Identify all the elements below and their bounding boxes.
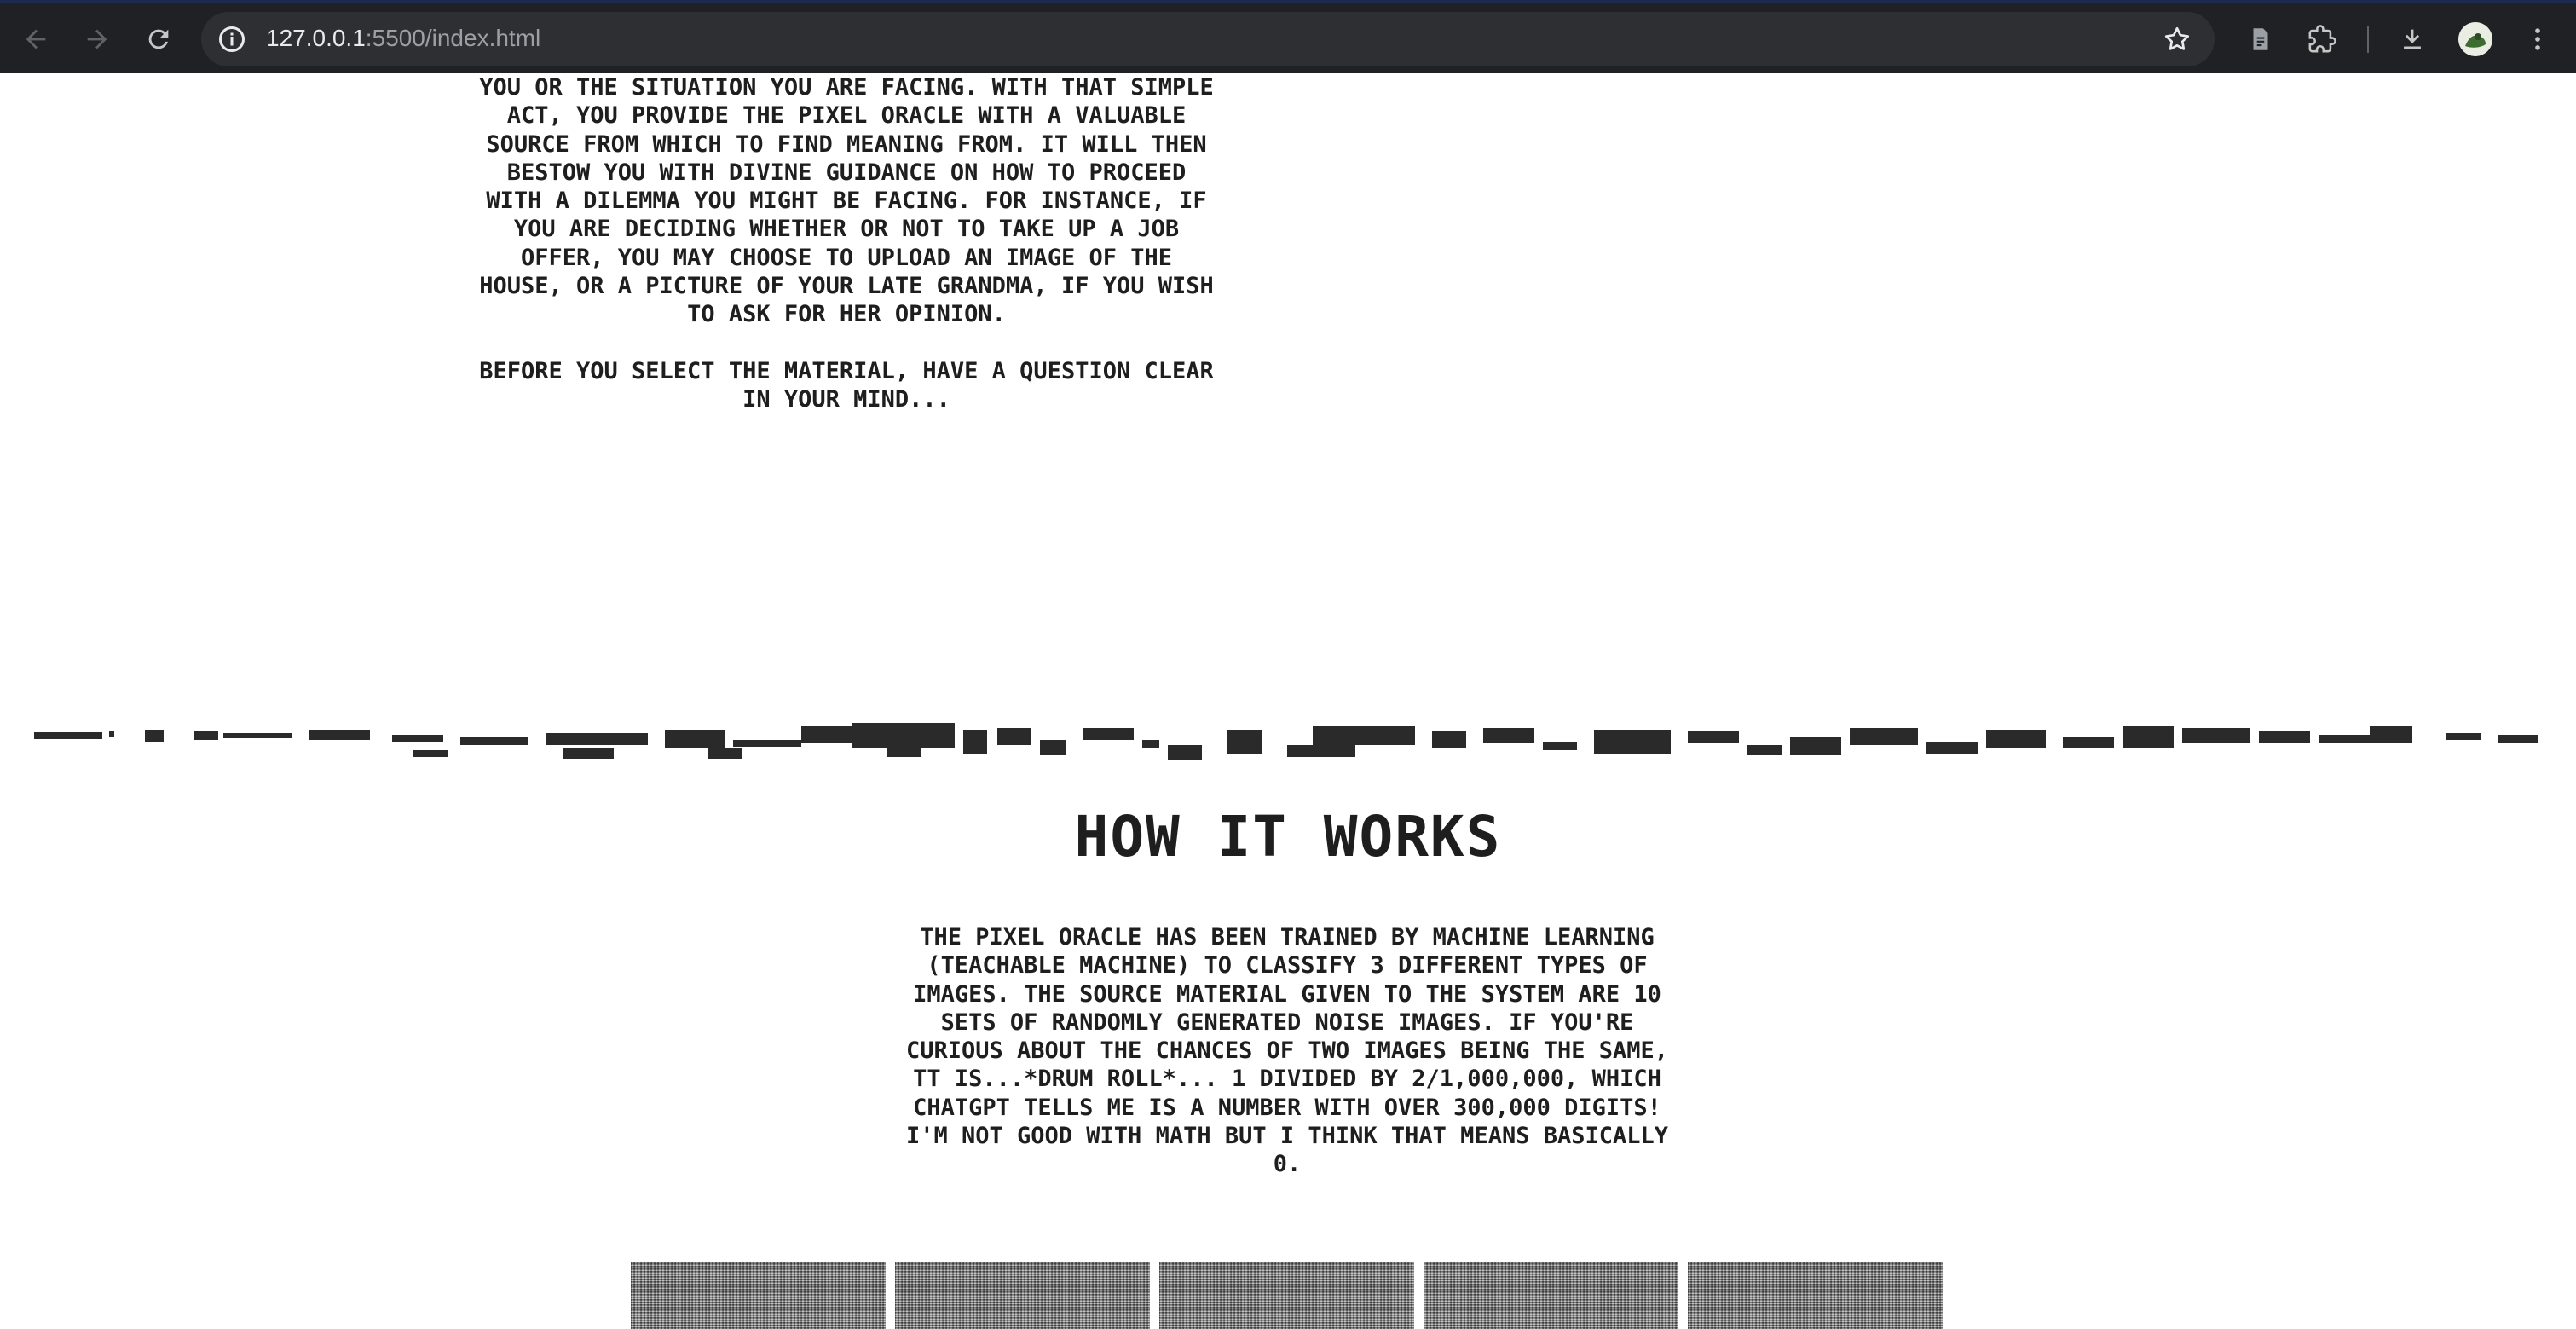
- url-text[interactable]: 127.0.0.1:5500/index.html: [266, 25, 540, 52]
- more-menu-icon[interactable]: [2519, 20, 2556, 58]
- intro-prompt: Before you select the material, have a q…: [479, 358, 1214, 413]
- page-content: You or the situation you are facing. Wit…: [0, 73, 2576, 1329]
- toolbar-separator: [2367, 26, 2369, 53]
- site-info-icon[interactable]: [217, 24, 247, 55]
- noise-image-gallery: [631, 1262, 1944, 1329]
- url-host: 127.0.0.1: [266, 25, 366, 51]
- download-icon[interactable]: [2394, 20, 2431, 58]
- forward-arrow-icon[interactable]: [77, 19, 118, 60]
- noise-image-1[interactable]: [631, 1262, 886, 1329]
- url-path: :5500/index.html: [365, 25, 541, 51]
- reading-list-icon[interactable]: [2242, 20, 2279, 58]
- glitch-text-strip: [34, 723, 2538, 760]
- profile-avatar[interactable]: [2458, 22, 2492, 56]
- how-it-works-heading: How it works: [1074, 804, 1502, 870]
- address-bar[interactable]: 127.0.0.1:5500/index.html: [201, 12, 2215, 66]
- browser-toolbar: 127.0.0.1:5500/index.html: [0, 0, 2576, 73]
- intro-paragraph: You or the situation you are facing. Wit…: [479, 74, 1214, 328]
- noise-image-3[interactable]: [1159, 1262, 1414, 1329]
- noise-image-5[interactable]: [1688, 1262, 1943, 1329]
- how-it-works-paragraph: The Pixel Oracle has been trained by mac…: [905, 924, 1669, 1178]
- noise-image-4[interactable]: [1424, 1262, 1678, 1329]
- back-arrow-icon[interactable]: [15, 19, 56, 60]
- bookmark-star-icon[interactable]: [2162, 24, 2192, 55]
- noise-image-2[interactable]: [895, 1262, 1150, 1329]
- extensions-icon[interactable]: [2303, 20, 2341, 58]
- reload-icon[interactable]: [138, 19, 179, 60]
